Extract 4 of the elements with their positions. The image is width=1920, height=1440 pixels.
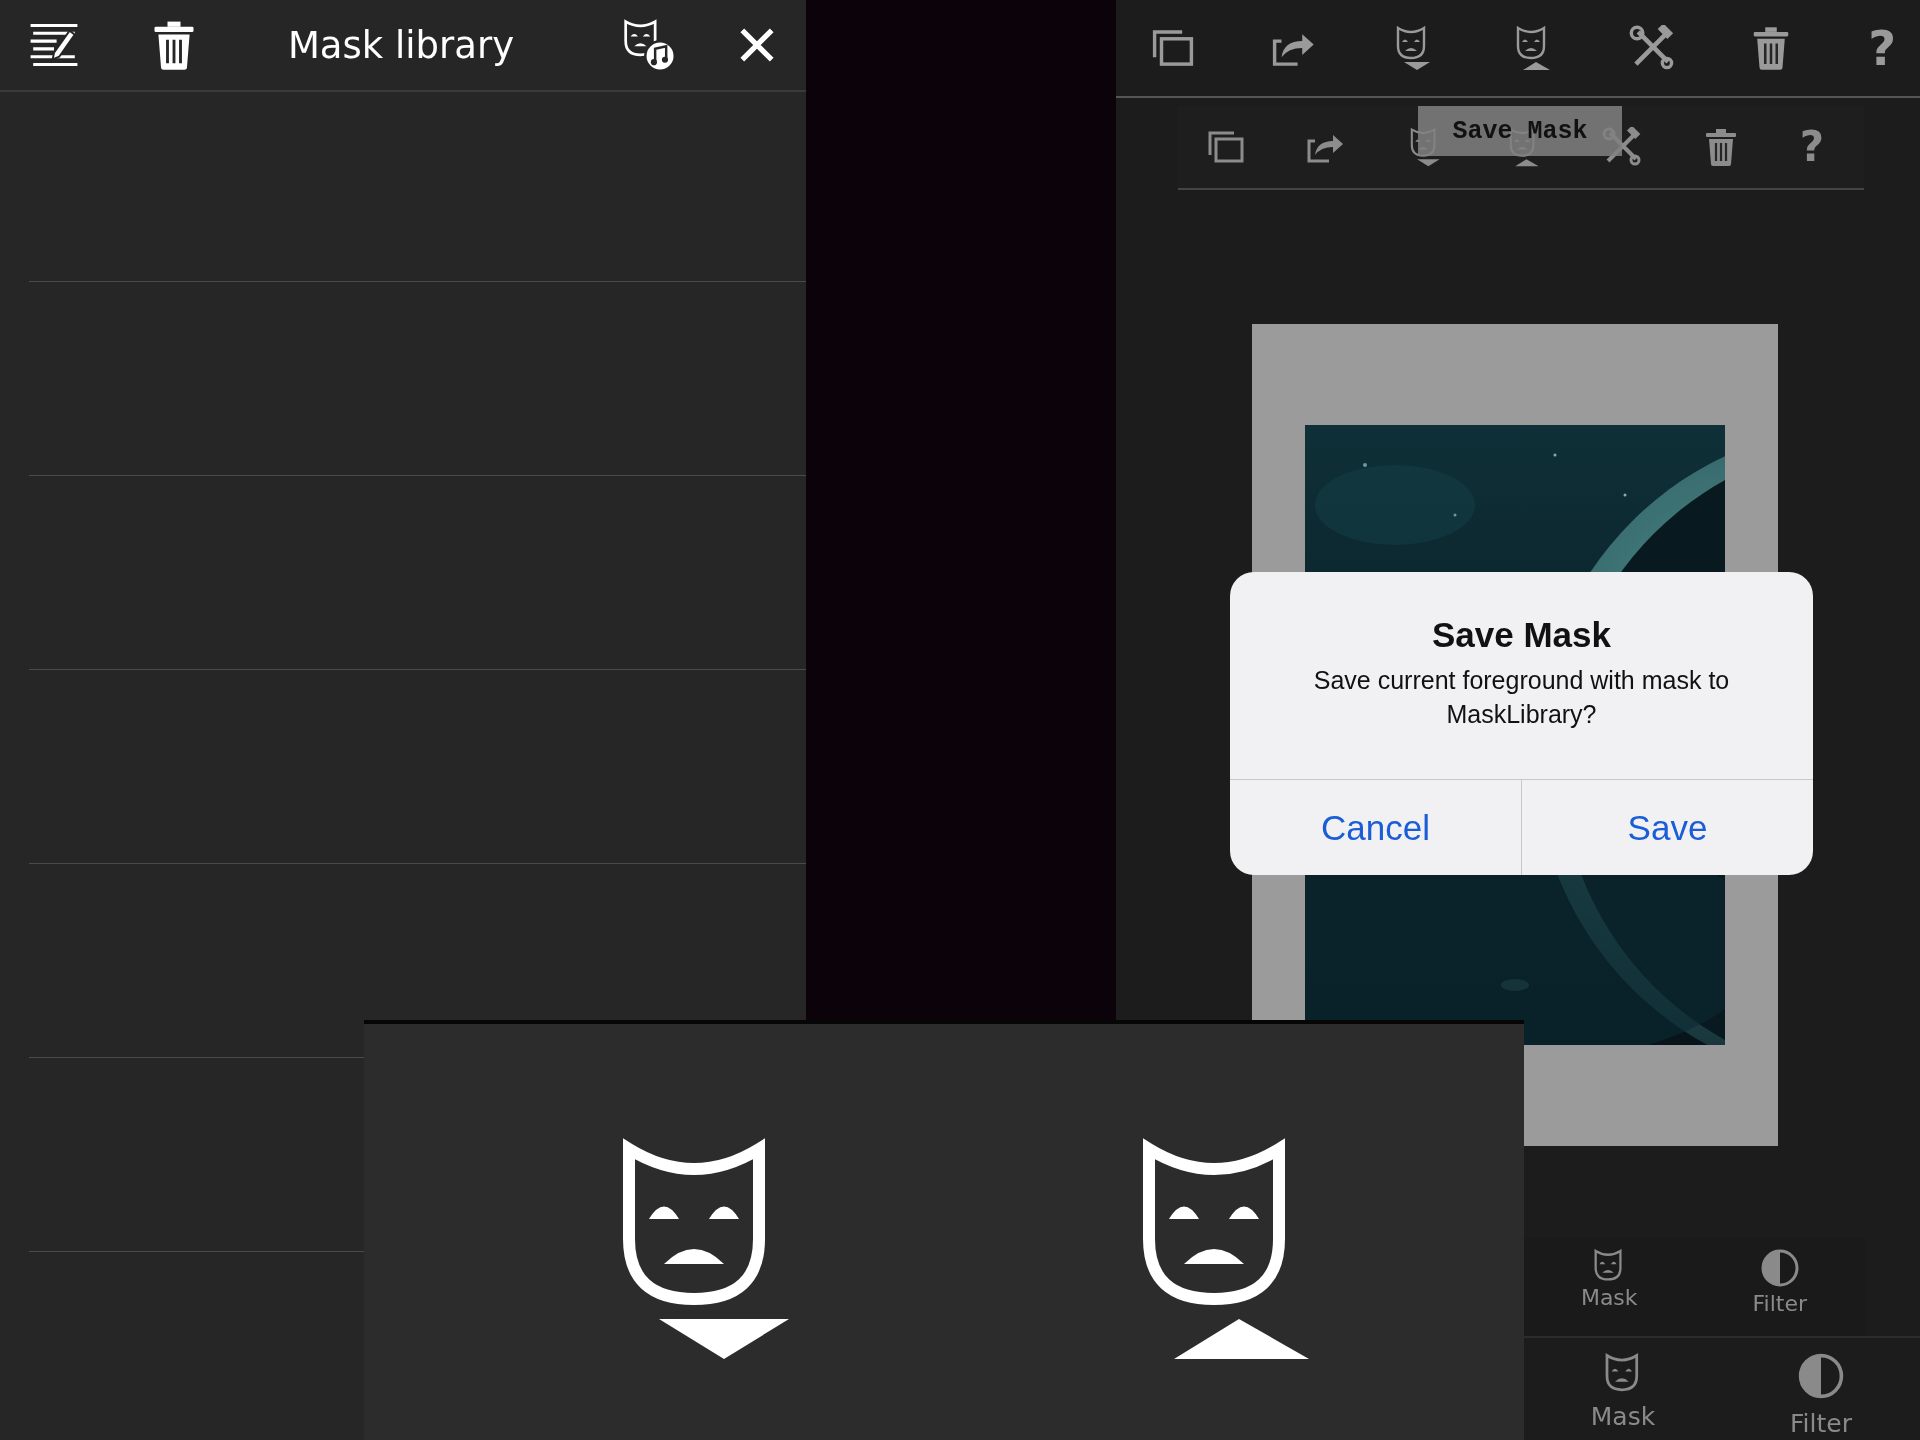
dialog-title: Save Mask bbox=[1431, 616, 1612, 655]
panel-title: Mask library bbox=[286, 23, 516, 67]
tooltip: Save Mask bbox=[1418, 106, 1622, 156]
dialog-message: Save current foreground with mask to MaskLibrary? bbox=[1312, 664, 1731, 730]
